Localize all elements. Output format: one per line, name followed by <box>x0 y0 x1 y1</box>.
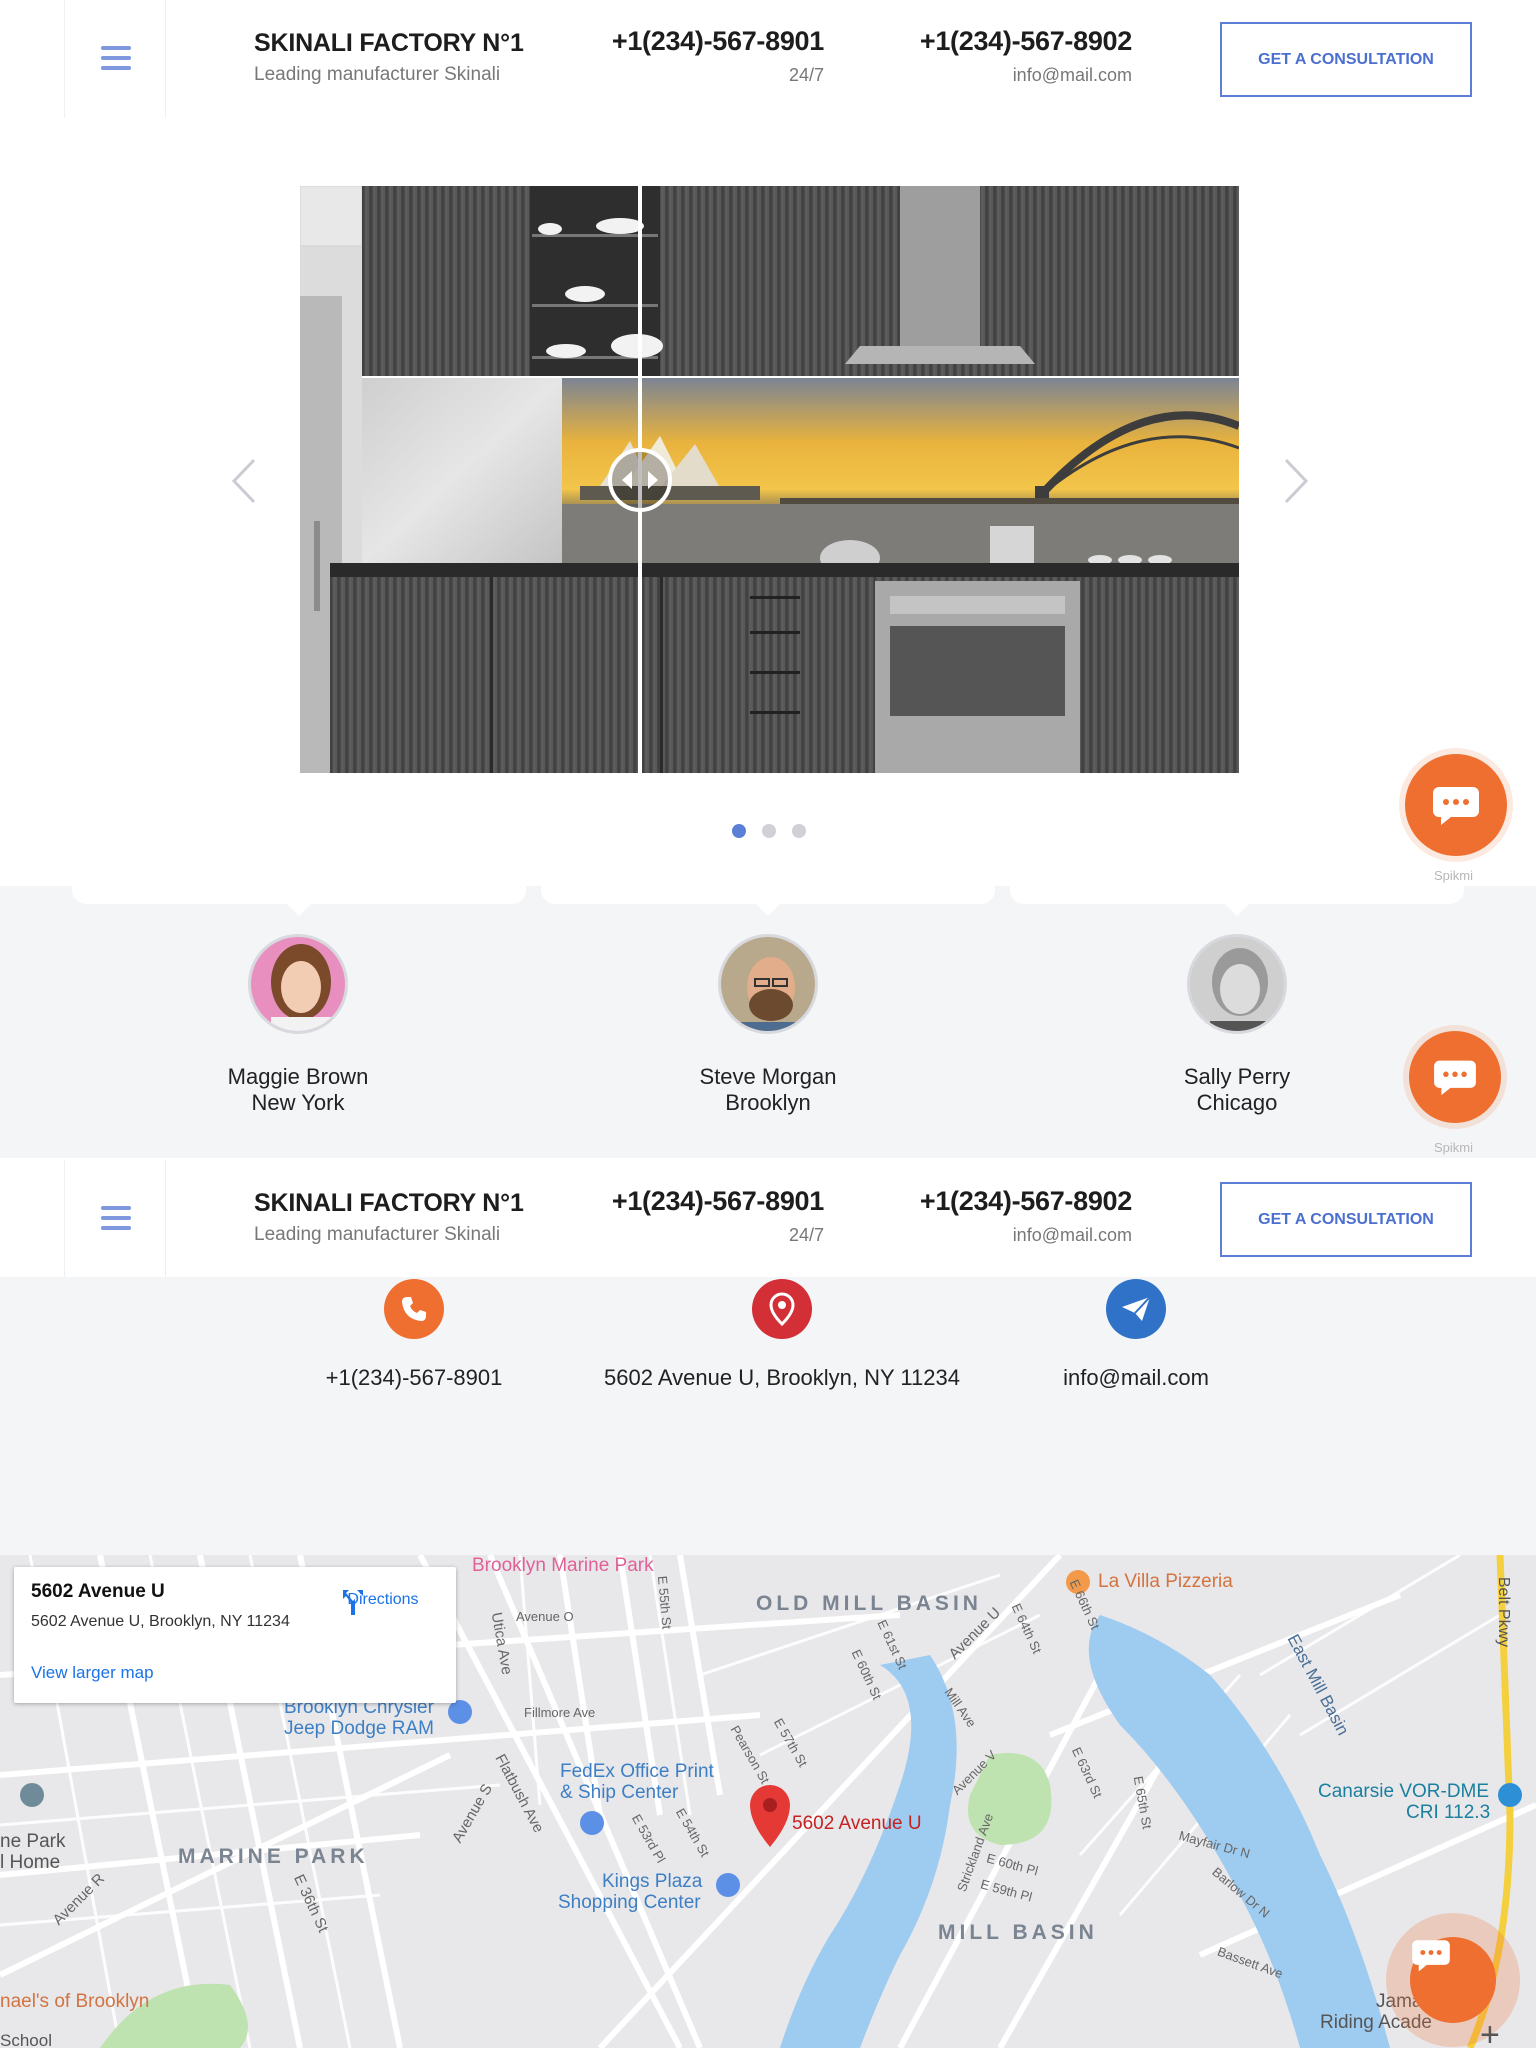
map-label: MILL BASIN <box>938 1921 1098 1944</box>
chat-bubble-icon <box>1434 1060 1476 1096</box>
testimonial-person-3: Sally Perry Chicago <box>1087 934 1387 1116</box>
testimonial-name: Steve Morgan <box>699 1064 837 1089</box>
view-larger-map-link[interactable]: View larger map <box>31 1663 154 1683</box>
mail-icon <box>1106 1279 1166 1339</box>
map-label: Belt Pkwy <box>1495 1576 1513 1648</box>
avatar <box>718 934 818 1034</box>
map-label: CRI 112.3 <box>1406 1802 1491 1823</box>
map-label: Brooklyn Marine Park <box>472 1555 654 1576</box>
chat-label: Spikmi <box>1434 1140 1474 1155</box>
map-label: Kings Plaza <box>602 1871 703 1892</box>
chat-bubble-icon <box>1412 1940 1450 1972</box>
map-card-address: 5602 Avenue U, Brooklyn, NY 11234 <box>31 1613 290 1630</box>
map-card-title: 5602 Avenue U <box>31 1581 165 1602</box>
map-info-card: 5602 Avenue U 5602 Avenue U, Brooklyn, N… <box>14 1567 456 1703</box>
map-label: Fillmore Ave <box>524 1705 596 1720</box>
chat-label: Spikmi <box>1434 868 1474 883</box>
review-card-3 <box>1010 886 1464 916</box>
map-label: OLD MILL BASIN <box>756 1592 982 1615</box>
testimonial-person-1: Maggie Brown New York <box>148 934 448 1116</box>
brand[interactable]: SKINALI FACTORY N°1 Leading manufacturer… <box>254 29 524 86</box>
phone-number-2[interactable]: +1(234)-567-8902 <box>920 1186 1132 1217</box>
brand-title: SKINALI FACTORY N°1 <box>254 29 524 57</box>
sticky-header: SKINALI FACTORY N°1 Leading manufacturer… <box>0 1160 1536 1277</box>
map-label: Avenue O <box>516 1609 574 1624</box>
phone-hours: 24/7 <box>788 65 824 85</box>
avatar <box>1187 934 1287 1034</box>
testimonial-person-2: Steve Morgan Brooklyn <box>618 934 918 1116</box>
phone-block-2: +1(234)-567-8902 info@mail.com <box>920 26 1132 86</box>
location-pin-icon <box>752 1279 812 1339</box>
brand-subtitle: Leading manufacturer Skinali <box>254 1224 501 1245</box>
chat-button[interactable] <box>1409 1031 1501 1123</box>
chat-button[interactable] <box>1410 1937 1496 2023</box>
phone-block-1: +1(234)-567-8901 24/7 <box>612 1186 824 1246</box>
chat-bubble-icon <box>1433 787 1479 825</box>
phone-block-1: +1(234)-567-8901 24/7 <box>612 26 824 86</box>
menu-button-container[interactable] <box>64 1160 166 1277</box>
map-marker-label[interactable]: 5602 Avenue U <box>792 1813 922 1835</box>
contact-email-text[interactable]: info@mail.com <box>1036 1365 1236 1391</box>
zoom-in-plus-icon[interactable]: + <box>1480 2018 1500 2048</box>
phone-hours: 24/7 <box>788 1225 824 1245</box>
brand-title: SKINALI FACTORY N°1 <box>254 1189 524 1217</box>
google-map[interactable]: Brooklyn Marine Park La Villa Pizzeria O… <box>0 1555 1536 2048</box>
map-label: Shopping Center <box>558 1892 701 1913</box>
contact-email[interactable]: info@mail.com <box>1036 1279 1236 1391</box>
map-label: ne Park <box>0 1831 66 1852</box>
hamburger-menu-icon[interactable] <box>101 46 131 70</box>
before-after-slider[interactable] <box>300 186 1239 773</box>
avatar <box>248 934 348 1034</box>
slider-dot-2[interactable] <box>762 824 776 838</box>
contact-phone[interactable]: +1(234)-567-8901 <box>314 1279 514 1391</box>
testimonial-city: New York <box>251 1090 345 1115</box>
get-consultation-button[interactable]: GET A CONSULTATION <box>1220 22 1472 97</box>
review-card-2 <box>541 886 995 916</box>
chat-button[interactable] <box>1405 754 1507 856</box>
brand-subtitle: Leading manufacturer Skinali <box>254 64 501 85</box>
directions-icon <box>343 1590 363 1615</box>
map-label: Canarsie VOR-DME <box>1318 1781 1490 1802</box>
get-consultation-button[interactable]: GET A CONSULTATION <box>1220 1182 1472 1257</box>
slider-dot-3[interactable] <box>792 824 806 838</box>
contact-address-text: 5602 Avenue U, Brooklyn, NY 11234 <box>604 1365 960 1390</box>
directions-button[interactable]: Directions <box>338 1587 428 1615</box>
testimonial-name: Sally Perry <box>1183 1064 1291 1089</box>
map-label: FedEx Office Print <box>560 1761 714 1782</box>
testimonials-section: Maggie Brown New York Steve Morgan Brook… <box>0 886 1536 1158</box>
map-label: Jeep Dodge RAM <box>284 1718 434 1739</box>
map-label: nael's of Brooklyn <box>0 1991 150 2012</box>
review-card-1 <box>72 886 526 916</box>
phone-number-1[interactable]: +1(234)-567-8901 <box>612 26 824 57</box>
phone-number-1[interactable]: +1(234)-567-8901 <box>612 1186 824 1217</box>
hamburger-menu-icon[interactable] <box>101 1206 131 1230</box>
phone-icon <box>384 1279 444 1339</box>
phone-number-2[interactable]: +1(234)-567-8902 <box>920 26 1132 57</box>
map-label: School <box>0 2031 52 2048</box>
slider-prev-arrow-icon[interactable] <box>228 456 258 506</box>
testimonial-city: Brooklyn <box>725 1090 811 1115</box>
phone-block-2: +1(234)-567-8902 info@mail.com <box>920 1186 1132 1246</box>
map-label: l Home <box>0 1852 61 1873</box>
contact-address: 5602 Avenue U, Brooklyn, NY 11234 <box>582 1279 982 1391</box>
contact-phone-text[interactable]: +1(234)-567-8901 <box>314 1365 514 1391</box>
slider-pagination <box>732 824 806 838</box>
header-email[interactable]: info@mail.com <box>920 65 1132 86</box>
slider-dot-1[interactable] <box>732 824 746 838</box>
map-label: & Ship Center <box>560 1782 679 1803</box>
map-label: La Villa Pizzeria <box>1098 1571 1233 1592</box>
kitchen-image <box>300 186 1239 773</box>
site-header: SKINALI FACTORY N°1 Leading manufacturer… <box>0 0 1536 118</box>
brand[interactable]: SKINALI FACTORY N°1 Leading manufacturer… <box>254 1189 524 1246</box>
map-label: Riding Acade <box>1320 2012 1432 2033</box>
map-label: MARINE PARK <box>178 1845 369 1868</box>
testimonial-name: Maggie Brown <box>227 1064 369 1089</box>
slider-next-arrow-icon[interactable] <box>1282 456 1312 506</box>
header-email[interactable]: info@mail.com <box>920 1225 1132 1246</box>
menu-button-container[interactable] <box>64 0 166 118</box>
contacts-section: +1(234)-567-8901 5602 Avenue U, Brooklyn… <box>0 1277 1536 1555</box>
testimonial-city: Chicago <box>1196 1090 1278 1115</box>
